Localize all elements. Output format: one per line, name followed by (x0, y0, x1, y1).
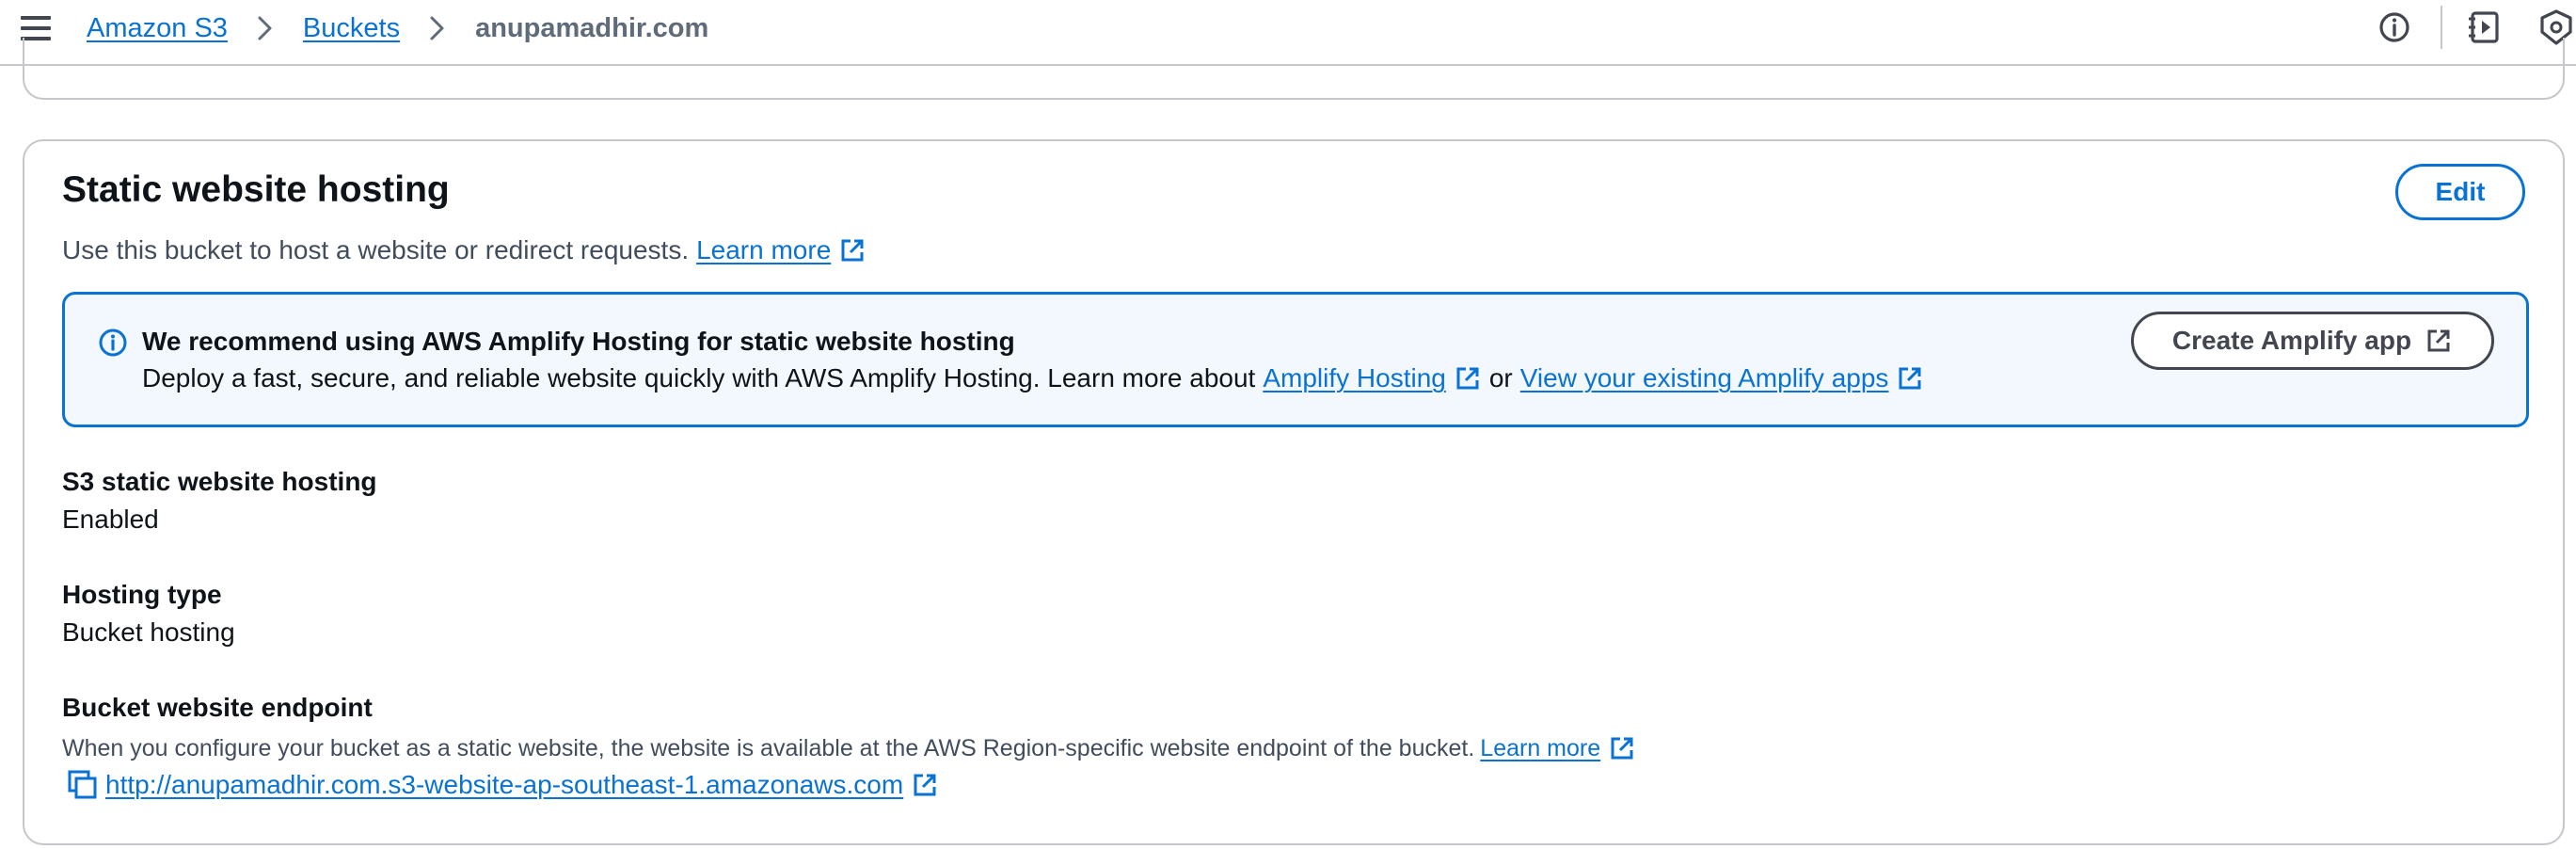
alert-body-text: Deploy a fast, secure, and reliable webs… (142, 363, 1256, 392)
bucket-endpoint-label: Bucket website endpoint (62, 693, 373, 722)
endpoint-url-row: http://anupamadhir.com.s3-website-ap-sou… (66, 768, 939, 802)
s3-static-hosting-value: Enabled (62, 505, 159, 534)
external-link-icon[interactable] (1608, 734, 1636, 762)
learn-more-link[interactable]: Learn more (696, 235, 831, 265)
s3-static-hosting-label: S3 static website hosting (62, 467, 377, 496)
external-link-icon[interactable] (1896, 364, 1924, 392)
external-link-icon[interactable] (1454, 364, 1482, 392)
bucket-endpoint-description: When you configure your bucket as a stat… (62, 734, 1636, 762)
endpoint-description-text: When you configure your bucket as a stat… (62, 734, 1475, 761)
hosting-type-value: Bucket hosting (62, 617, 235, 647)
amplify-recommendation-alert: We recommend using AWS Amplify Hosting f… (62, 292, 2529, 427)
panel-title: Static website hosting (62, 169, 450, 210)
external-link-icon[interactable] (911, 771, 939, 799)
previous-section-panel (23, 38, 2565, 100)
edit-button[interactable]: Edit (2395, 164, 2525, 220)
alert-or-text: or (1488, 363, 1513, 392)
hosting-type-label: Hosting type (62, 580, 222, 609)
panel-description-text: Use this bucket to host a website or red… (62, 235, 690, 264)
panel-description: Use this bucket to host a website or red… (62, 235, 867, 265)
endpoint-url-link[interactable]: http://anupamadhir.com.s3-website-ap-sou… (105, 770, 903, 800)
endpoint-learn-more-link[interactable]: Learn more (1480, 735, 1600, 762)
alert-body: Deploy a fast, secure, and reliable webs… (142, 363, 1924, 393)
create-amplify-app-button[interactable]: Create Amplify app (2131, 312, 2494, 370)
static-website-hosting-panel: Static website hosting Edit Use this buc… (23, 139, 2565, 845)
copy-icon[interactable] (66, 768, 100, 802)
info-icon (99, 328, 127, 357)
alert-title: We recommend using AWS Amplify Hosting f… (142, 327, 1015, 356)
amplify-hosting-link[interactable]: Amplify Hosting (1263, 363, 1446, 393)
view-amplify-apps-link[interactable]: View your existing Amplify apps (1520, 363, 1889, 393)
create-amplify-app-label: Create Amplify app (2171, 326, 2412, 355)
external-link-icon (2427, 329, 2450, 352)
external-link-icon[interactable] (838, 236, 867, 264)
